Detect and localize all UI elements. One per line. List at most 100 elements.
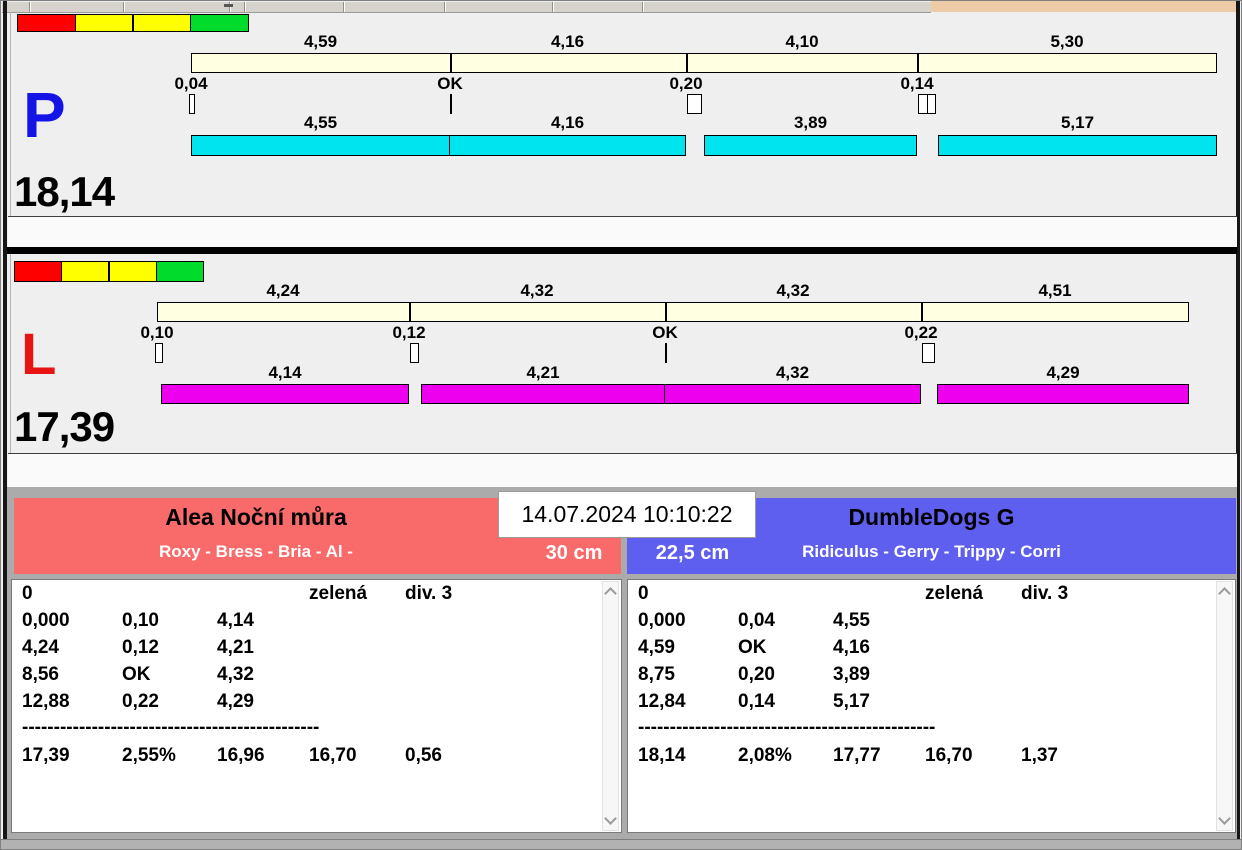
table-cell: OK <box>738 637 767 658</box>
status-segment <box>17 14 76 32</box>
table-cell: 8,75 <box>638 664 675 685</box>
crossing-marker-label: 0,14 <box>900 74 934 93</box>
split-bar-label: 4,10 <box>785 32 819 51</box>
table-total-cell: 1,37 <box>1021 745 1058 766</box>
scrollbar[interactable] <box>1216 581 1233 831</box>
lane-letter: P <box>23 79 66 151</box>
crossing-marker-label: 0,12 <box>392 323 426 342</box>
crossing-marker-label: OK <box>437 74 463 93</box>
status-segment <box>190 14 249 32</box>
status-segment <box>61 261 110 282</box>
top-strip-divider <box>642 2 643 12</box>
table-divider-row: ----------------------------------------… <box>638 717 936 738</box>
run-bar-segment <box>449 135 686 156</box>
results-table-right: 0 zelená div. 3 0,000 0,04 4,55 4,59 OK 4,16 8,75… <box>627 579 1236 833</box>
crossing-marker-line <box>450 94 452 114</box>
table-cell: 4,21 <box>217 637 254 658</box>
crossing-marker-label: 0,22 <box>904 323 938 342</box>
crossing-marker-box <box>687 94 702 114</box>
scroll-down-icon[interactable] <box>1218 812 1231 825</box>
table-cell: 0,20 <box>738 664 775 685</box>
split-bar-label: 4,24 <box>266 281 300 300</box>
split-reference-divider <box>665 302 667 322</box>
table-total-cell: 17,77 <box>833 745 881 766</box>
table-cell: 0,000 <box>638 610 686 631</box>
table-cell: 4,32 <box>217 664 254 685</box>
split-reference-divider <box>450 53 452 73</box>
team-name: Alea Noční můra <box>165 504 347 530</box>
split-bar-label: 5,30 <box>1050 32 1084 51</box>
crossing-marker-label: 0,10 <box>140 323 174 342</box>
scroll-up-icon[interactable] <box>1218 587 1231 600</box>
table-cell: zelená <box>309 583 368 604</box>
table-cell: 12,84 <box>638 691 686 712</box>
table-total-cell: 18,14 <box>638 745 686 766</box>
table-total-cell: 17,39 <box>22 745 70 766</box>
run-bar-label: 4,16 <box>550 113 585 132</box>
split-reference-divider <box>686 53 688 73</box>
table-divider-row: ----------------------------------------… <box>22 717 320 738</box>
run-bar-label: 4,32 <box>775 363 810 382</box>
table-cell: 0,14 <box>738 691 775 712</box>
table-cell: 8,56 <box>22 664 59 685</box>
split-reference-divider <box>917 53 919 73</box>
run-bar-segment <box>938 135 1217 156</box>
table-cell: 0,22 <box>122 691 159 712</box>
run-bar-segment <box>664 384 921 404</box>
crossing-marker-box <box>918 94 936 114</box>
table-cell: 0 <box>22 583 33 604</box>
table-total-cell: 16,70 <box>309 745 357 766</box>
status-segment <box>74 14 134 32</box>
split-reference-divider <box>409 302 411 322</box>
crossing-marker-label: 0,04 <box>174 74 208 93</box>
top-strip-accent <box>931 1 1237 12</box>
datetime-box: 14.07.2024 10:10:22 <box>498 491 756 538</box>
crossing-marker-box-divider <box>927 95 928 113</box>
table-cell: 4,55 <box>833 610 870 631</box>
run-bar-segment <box>421 384 665 404</box>
scrollbar[interactable] <box>602 581 619 831</box>
split-reference-divider <box>921 302 923 322</box>
crossing-marker-label: OK <box>652 323 678 342</box>
lane-total-time: 17,39 <box>14 403 115 450</box>
table-cell: zelená <box>925 583 984 604</box>
top-strip-divider <box>123 2 124 12</box>
status-segment <box>14 261 62 282</box>
table-cell: 0 <box>638 583 649 604</box>
jump-height: 22,5 cm <box>655 542 730 564</box>
split-bar-label: 4,32 <box>776 281 810 300</box>
jump-height: 30 cm <box>545 542 603 564</box>
table-cell: 4,16 <box>833 637 870 658</box>
table-cell: 12,88 <box>22 691 70 712</box>
table-total-cell: 16,70 <box>925 745 973 766</box>
top-strip-divider <box>444 2 445 12</box>
crossing-marker-box <box>189 94 195 114</box>
status-segment <box>108 261 157 282</box>
split-bar-label: 4,16 <box>550 32 585 51</box>
split-bar-label: 4,32 <box>520 281 554 300</box>
bottom-status-strip <box>1 839 1241 849</box>
table-cell: OK <box>122 664 151 685</box>
lane-panel-p: P 18,14 4,59 4,16 4,10 5,30 0,04 OK 0,20 0,14 4,… <box>1 13 1241 247</box>
team-dogs: Roxy - Bress - Bria - Al - <box>159 542 353 561</box>
crossing-marker-box <box>410 343 419 363</box>
panel-footer-strip <box>8 216 1237 248</box>
window-top-strip <box>2 2 931 13</box>
table-cell: 4,59 <box>638 637 675 658</box>
table-cell: 5,17 <box>833 691 870 712</box>
scroll-down-icon[interactable] <box>604 812 617 825</box>
panel-footer-strip <box>8 453 1237 488</box>
split-bar-label: 4,51 <box>1038 281 1072 300</box>
run-bar-label: 4,14 <box>268 363 302 382</box>
top-strip-divider <box>343 2 344 12</box>
lane-separator <box>7 247 1237 254</box>
top-strip-divider <box>244 2 245 12</box>
table-cell: div. 3 <box>405 583 453 604</box>
run-bar-segment <box>937 384 1189 404</box>
scroll-up-icon[interactable] <box>604 587 617 600</box>
split-reference-bar <box>191 53 1217 73</box>
run-bar-segment <box>191 135 450 156</box>
flyball-timing-screen: P 18,14 4,59 4,16 4,10 5,30 0,04 OK 0,20 0,14 4,… <box>0 0 1242 850</box>
lane-total-time: 18,14 <box>14 168 115 215</box>
results-table-left: 0 zelená div. 3 0,000 0,10 4,14 4,24 0,12 4,21 8,… <box>11 579 622 833</box>
